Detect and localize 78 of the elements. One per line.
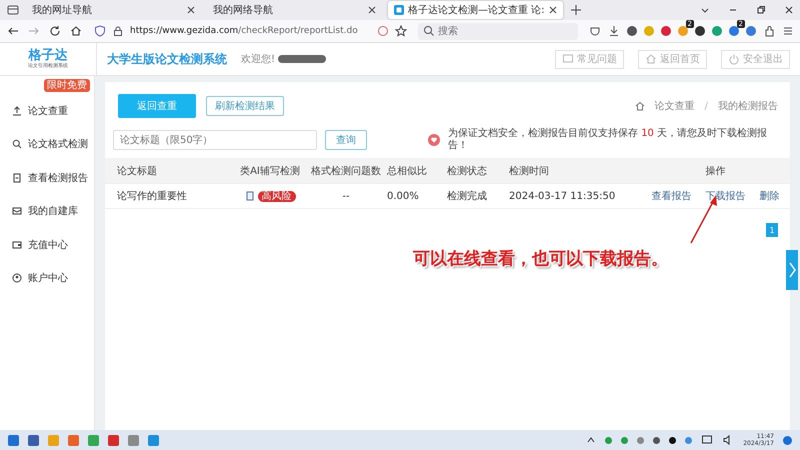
annotation-text: 可以在线查看，也可以下载报告。 xyxy=(413,249,668,269)
table-cell-text: 检测完成 xyxy=(447,190,488,203)
breadcrumb-separator: / xyxy=(704,100,708,112)
table-cell-text: 论写作的重要性 xyxy=(117,190,188,203)
breadcrumb-link[interactable]: 我的检测报告 xyxy=(718,99,778,113)
taskbar-app-icon[interactable] xyxy=(108,434,119,446)
download-icon[interactable] xyxy=(608,25,620,37)
breadcrumb-link[interactable]: 论文查重 xyxy=(654,99,695,113)
column-header: 操作 xyxy=(704,164,726,178)
column-header: 检测时间 xyxy=(509,164,550,178)
tab-overview-icon[interactable] xyxy=(6,3,20,17)
close-icon[interactable] xyxy=(549,6,557,14)
table-cell-text: 0.00% xyxy=(387,190,420,202)
new-tab-icon[interactable] xyxy=(569,3,583,17)
tray-icon[interactable] xyxy=(653,436,660,444)
system-title: 大学生版论文检测系统 xyxy=(107,50,227,68)
promo-badge: 限时免费 xyxy=(44,79,90,92)
column-header: 论文标题 xyxy=(117,164,158,178)
site-icon xyxy=(394,5,404,15)
taskbar-app-icon[interactable] xyxy=(148,434,159,446)
browser-tab[interactable]: 我的网络导航 xyxy=(207,1,382,19)
home-icon xyxy=(645,53,657,65)
refresh-results-button[interactable]: 刷新检测结果 xyxy=(206,96,284,116)
close-icon[interactable] xyxy=(784,5,794,15)
title-field[interactable]: 论文标题（限50字） xyxy=(113,130,317,150)
reload-icon[interactable] xyxy=(48,24,62,38)
address-field[interactable]: https://www.gezida.com/checkReport/reportList.do xyxy=(90,22,411,40)
sidebar-item[interactable]: 我的自建库 xyxy=(0,194,94,228)
upload-icon xyxy=(12,106,22,116)
chevron-right-icon xyxy=(787,260,797,280)
pocket-icon[interactable] xyxy=(589,25,601,37)
close-icon[interactable] xyxy=(368,6,376,14)
taskbar-app-icon[interactable] xyxy=(8,434,19,446)
browser-tab[interactable]: 格子达论文检测—论文查重 论: xyxy=(388,1,563,19)
star-icon[interactable] xyxy=(395,25,407,37)
home-icon xyxy=(634,101,645,111)
risk-badge: 高风险 xyxy=(258,190,296,202)
redacted-name xyxy=(278,55,326,63)
search-field[interactable]: 搜索 xyxy=(418,22,578,40)
action-link[interactable]: 查看报告 xyxy=(652,189,692,203)
notice-text: 为保证文档安全，检测报告目前仅支持保存 10 天，请您及时下载检测报告！ xyxy=(448,128,768,152)
expand-tab[interactable] xyxy=(786,250,798,290)
wallet-icon xyxy=(12,240,22,250)
sidebar-item[interactable]: 充值中心 xyxy=(0,228,94,262)
column-header: 总相似比 xyxy=(387,164,428,178)
sidebar-item[interactable]: 论文格式检测 xyxy=(0,128,94,161)
sidebar-item[interactable]: 查看检测报告 xyxy=(0,161,94,194)
taskbar-app-icon[interactable] xyxy=(68,434,79,446)
power-icon xyxy=(728,53,740,65)
tray-icon[interactable] xyxy=(669,436,676,444)
column-header: 类AI辅写检测 xyxy=(239,164,301,178)
action-link[interactable]: 下载报告 xyxy=(706,189,746,203)
sidebar-item[interactable]: 论文查重 xyxy=(0,94,94,128)
lock-icon xyxy=(112,25,124,37)
taskbar-app-icon[interactable] xyxy=(28,434,39,446)
envelope-icon xyxy=(12,206,22,216)
taskbar-app-icon[interactable] xyxy=(128,434,139,446)
document-icon xyxy=(12,172,22,183)
search-icon xyxy=(423,25,435,37)
shield-icon xyxy=(94,25,106,37)
action-link[interactable]: 删除 xyxy=(760,189,780,203)
column-header: 检测状态 xyxy=(447,164,488,178)
close-icon[interactable] xyxy=(187,6,195,14)
query-button[interactable]: 查询 xyxy=(325,130,367,150)
welcome-text: 欢迎您! xyxy=(241,52,276,66)
home-icon[interactable] xyxy=(69,24,83,38)
user-icon xyxy=(12,273,22,284)
search-icon xyxy=(12,139,22,150)
notification-icon[interactable] xyxy=(783,436,792,444)
browser-tab[interactable]: 我的网址导航 xyxy=(26,1,201,19)
sidebar-item[interactable]: 账户中心 xyxy=(0,262,94,295)
column-header: 格式检测问题数 xyxy=(310,164,382,178)
logo-text: 格子达 xyxy=(28,48,68,63)
restore-icon[interactable] xyxy=(756,5,766,15)
menu-icon[interactable] xyxy=(782,25,794,37)
table-cell-text: 2024-03-17 11:35:50 xyxy=(509,190,616,202)
table-cell-text: -- xyxy=(341,190,351,202)
document-icon xyxy=(244,191,254,201)
